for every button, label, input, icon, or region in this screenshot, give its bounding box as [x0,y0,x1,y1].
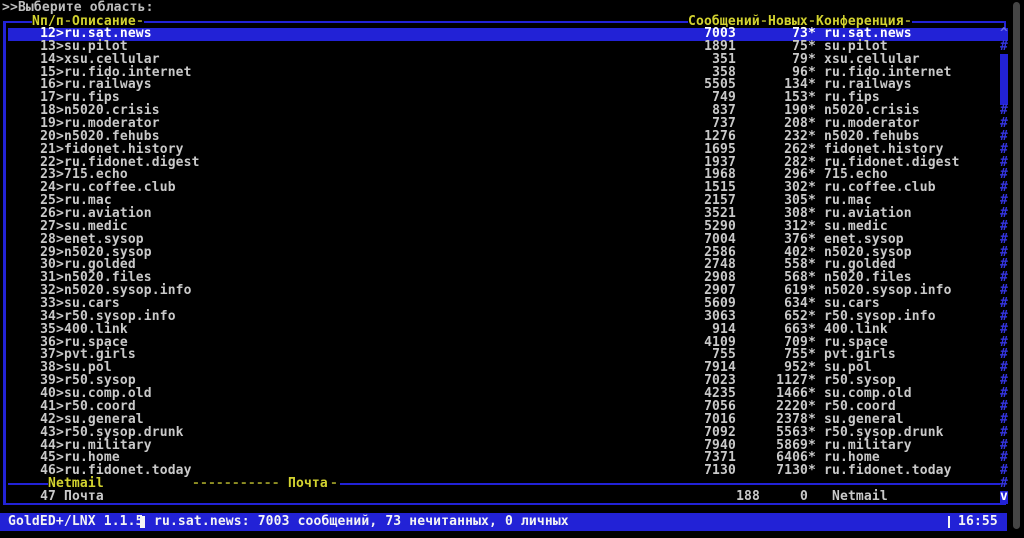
separator-dash-icon: - [330,476,338,492]
echo-area-rows: 12> ru.sat.news 7003 73* ru.sat.news ^ 1… [8,27,1008,479]
clock: 16:55 [958,514,998,529]
list-item-netmail[interactable]: 47 Почта 188 0 Netmail v [8,488,1008,504]
header-rule [914,21,1004,23]
separator-dashes: ----------- [192,476,280,492]
app-version-label: GoldED+/LNX 1.1.5 [8,514,144,529]
scrollbar-thumb[interactable] [1000,79,1008,93]
header-rule [146,21,688,23]
area-conference: ru.fidonet.today [824,463,952,479]
area-new-count: 0 [800,488,808,504]
separator-rule [340,483,1000,486]
scrollbar-thumb[interactable] [1000,53,1008,67]
area-list: 12> ru.sat.news 7003 73* ru.sat.news ^ 1… [8,27,1008,504]
status-bar: GoldED+/LNX 1.1.5 ru.sat.news: 7003 сооб… [0,513,1007,531]
list-item[interactable]: 46> ru.fidonet.today 7130 7130* ru.fidon… [8,463,1008,479]
panel-border-left [3,21,6,505]
current-area-status: ru.sat.news: 7003 сообщений, 73 нечитанн… [154,514,569,529]
separator-rule [8,483,48,486]
scrollbar-down-icon[interactable]: v [1000,490,1008,504]
terminal-scrollbar-thumb[interactable] [1013,2,1020,529]
scrollbar-thumb[interactable] [1000,66,1008,80]
terminal-screen: >>Выберите область: Nп/п - Описание - Со… [0,0,1024,538]
statusbar-divider-icon [140,516,145,528]
clock-divider-icon [948,516,950,528]
prompt-text: >>Выберите область: [2,0,154,15]
header-dash-icon: - [760,14,768,29]
area-description: Почта [64,488,104,504]
scrollbar-track-icon[interactable]: # [1000,40,1008,54]
separator-mail-label: Почта [288,476,328,492]
area-new-count: 7130* [776,463,816,479]
area-conference: Netmail [832,488,888,504]
